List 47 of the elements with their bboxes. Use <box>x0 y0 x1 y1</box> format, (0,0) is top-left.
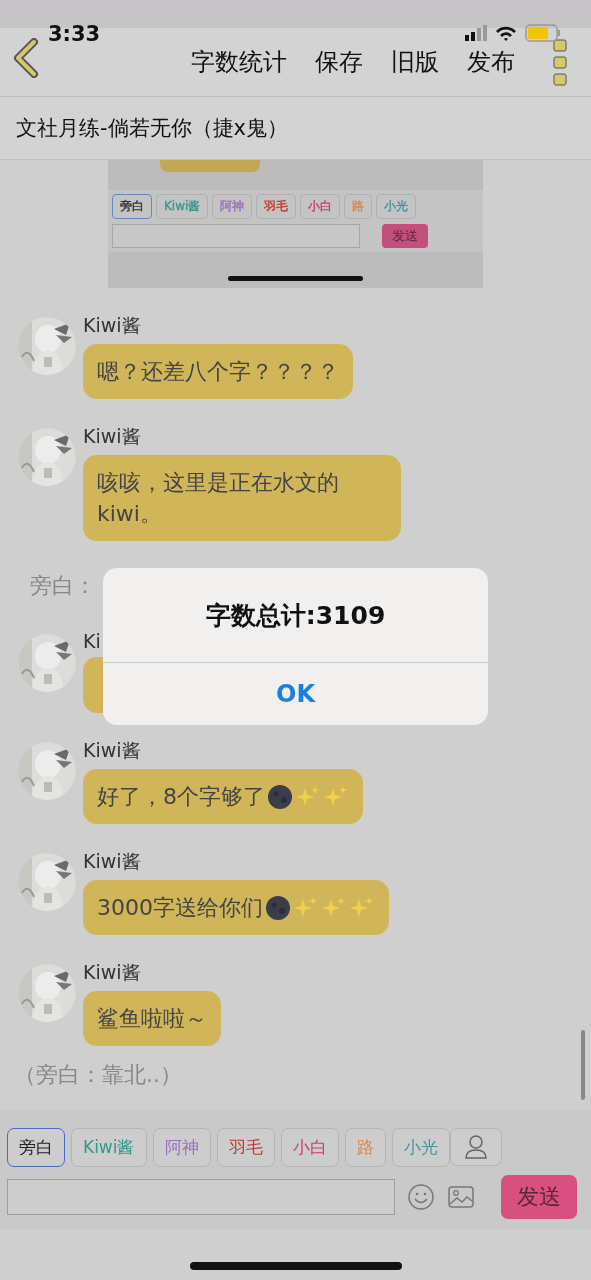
message-text: 鲨鱼啦啦～ <box>97 1005 207 1033</box>
sender-name: Kiwi酱 <box>83 960 141 985</box>
message-text: 好了，8个字够了 <box>97 783 265 811</box>
character-chip[interactable]: 阿神 <box>152 1128 211 1167</box>
character-chip[interactable]: 旁白 <box>7 1128 65 1167</box>
narration-text: 旁白： <box>30 572 96 600</box>
character-chip[interactable]: 羽毛 <box>216 1128 275 1167</box>
message-text: 嗯？还差八个字？？？？ <box>97 358 339 386</box>
battery-icon <box>525 24 561 42</box>
sender-name: Kiwi酱 <box>83 849 141 874</box>
send-button[interactable]: 发送 <box>501 1175 577 1219</box>
user-icon[interactable] <box>449 1128 502 1166</box>
sender-name: Kiwi酱 <box>83 738 141 763</box>
moon-icon <box>267 783 293 810</box>
nav-action[interactable]: 保存 <box>315 46 363 78</box>
sender-name: Ki <box>83 630 101 652</box>
scrollbar <box>581 1030 585 1100</box>
message-text: 咳咳，这里是正在水文的kiwi。 <box>97 469 340 528</box>
character-chip: 阿神 <box>212 194 253 219</box>
character-chip: 路 <box>344 194 373 219</box>
nav-action[interactable]: 旧版 <box>391 46 439 78</box>
character-chip[interactable]: 路 <box>344 1128 386 1167</box>
sender-name: Kiwi酱 <box>83 313 141 338</box>
input-field[interactable] <box>7 1179 395 1215</box>
alert-title: 字数总计:3109 <box>103 568 488 663</box>
character-chip: Kiwi酱 <box>156 194 209 219</box>
document-title: 文社月练-倘若无你（捷x鬼） <box>0 97 591 160</box>
signal-icon <box>465 25 487 41</box>
smiley-icon[interactable] <box>407 1183 435 1211</box>
status-time: 3:33 <box>48 22 101 46</box>
character-chip: 羽毛 <box>256 194 297 219</box>
character-chip[interactable]: 小光 <box>391 1128 450 1167</box>
character-chip: 小白 <box>300 194 341 219</box>
more-icon[interactable] <box>553 38 567 88</box>
character-chip[interactable]: Kiwi酱 <box>71 1128 147 1167</box>
character-chip: 小光 <box>376 194 417 219</box>
nav-action[interactable]: 发布 <box>467 46 515 78</box>
message-text: 3000字送给你们 <box>97 894 263 922</box>
sender-name: Kiwi酱 <box>83 424 141 449</box>
moon-icon <box>265 894 291 921</box>
ok-button[interactable]: OK <box>103 663 488 725</box>
narration-text: （旁白：靠北..） <box>14 1061 182 1089</box>
image-icon[interactable] <box>447 1183 475 1211</box>
nav-action[interactable]: 字数统计 <box>191 46 287 78</box>
wifi-icon <box>495 25 517 41</box>
character-chip[interactable]: 小白 <box>280 1128 339 1167</box>
character-chip: 旁白 <box>112 194 152 219</box>
